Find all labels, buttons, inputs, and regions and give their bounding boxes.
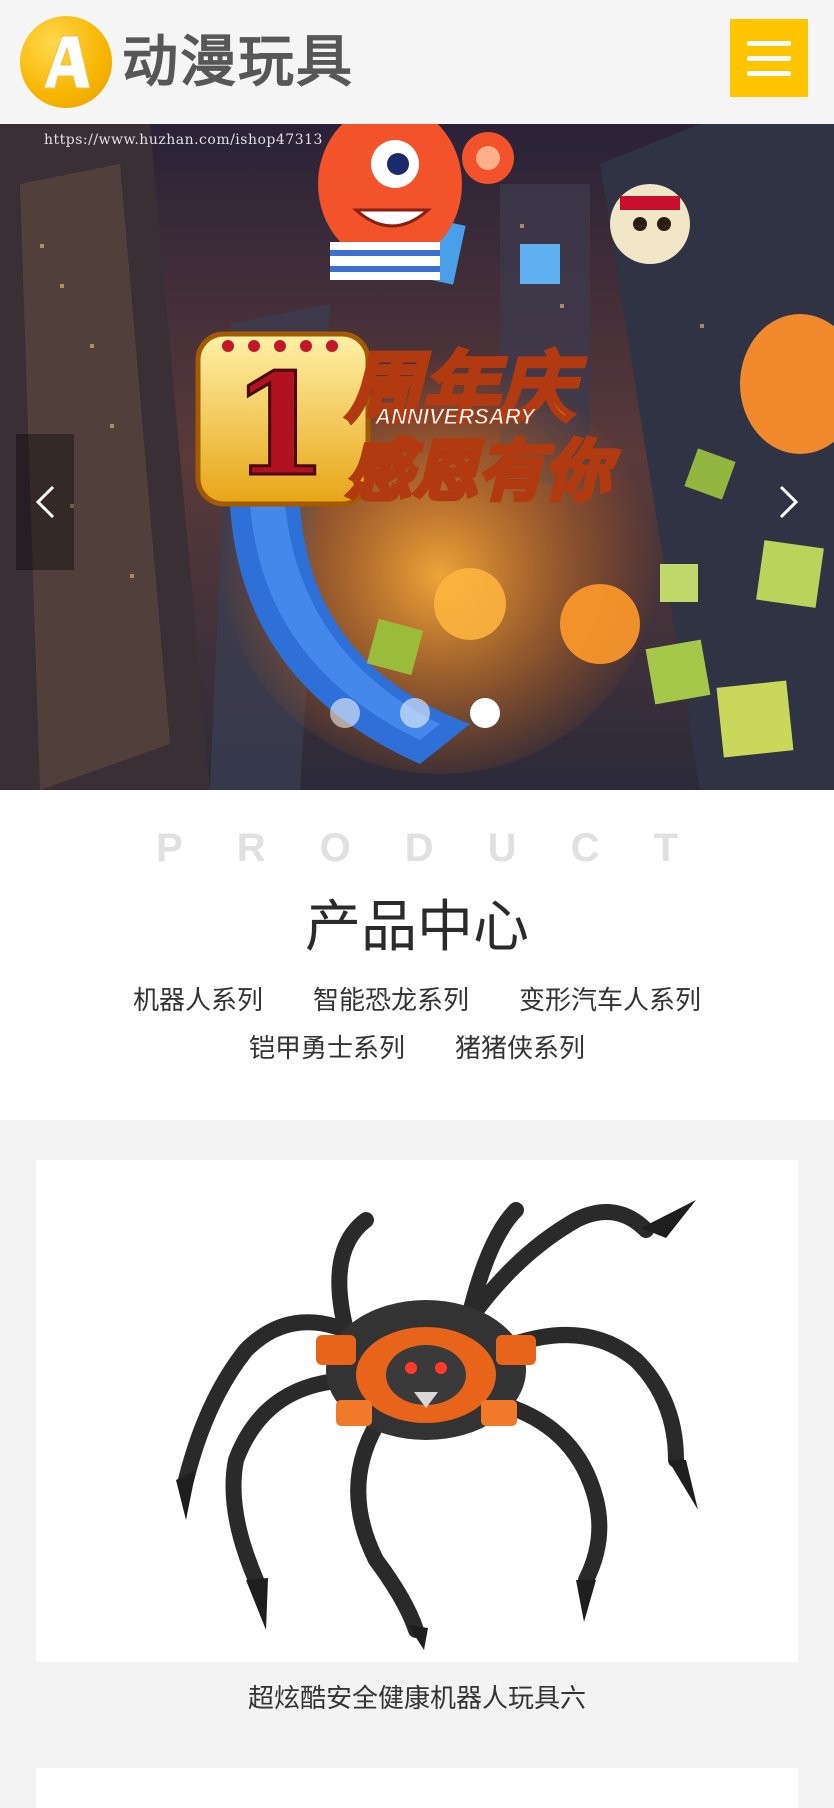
hamburger-icon bbox=[747, 40, 791, 46]
product-title-en: PRODUCT bbox=[156, 826, 732, 870]
product-image bbox=[36, 1160, 798, 1662]
carousel-dot-1[interactable] bbox=[330, 698, 360, 728]
logo-text: 动漫玩具 bbox=[122, 29, 354, 95]
chevron-right-icon bbox=[779, 485, 799, 519]
product-section-header: PRODUCT 产品中心 机器人系列 智能恐龙系列 变形汽车人系列 铠甲勇士系列… bbox=[0, 790, 834, 1120]
carousel-dot-2[interactable] bbox=[400, 698, 430, 728]
banner-image: 1 周年庆 ANNIVERSARY 感恩有你 bbox=[0, 124, 834, 790]
hero-carousel[interactable]: 1 周年庆 ANNIVERSARY 感恩有你 https://www.huzha… bbox=[0, 124, 834, 790]
headline-graphic: 1 周年庆 ANNIVERSARY 感恩有你 bbox=[195, 331, 622, 512]
category-link-transformer[interactable]: 变形汽车人系列 bbox=[519, 986, 701, 1016]
product-title-cn: 产品中心 bbox=[305, 895, 529, 960]
category-nav: 机器人系列 智能恐龙系列 变形汽车人系列 铠甲勇士系列 猪猪侠系列 bbox=[0, 986, 834, 1082]
category-link-pig-hero[interactable]: 猪猪侠系列 bbox=[455, 1034, 585, 1064]
svg-text:感恩有你: 感恩有你 bbox=[346, 433, 620, 510]
product-card[interactable] bbox=[36, 1768, 798, 1808]
category-link-dinosaur[interactable]: 智能恐龙系列 bbox=[313, 986, 469, 1016]
carousel-dot-3[interactable] bbox=[470, 698, 500, 728]
svg-text:ANNIVERSARY: ANNIVERSARY bbox=[374, 404, 537, 429]
site-logo[interactable]: 动漫玩具 bbox=[20, 16, 354, 108]
svg-text:1: 1 bbox=[231, 344, 328, 508]
product-card-title[interactable]: 超炫酷安全健康机器人玩具六 bbox=[0, 1678, 834, 1715]
chevron-left-icon bbox=[35, 485, 55, 519]
category-link-robot[interactable]: 机器人系列 bbox=[133, 986, 263, 1016]
carousel-next-button[interactable] bbox=[760, 434, 818, 570]
carousel-prev-button[interactable] bbox=[16, 434, 74, 570]
watermark-text: https://www.huzhan.com/ishop47313 bbox=[44, 132, 323, 148]
product-card[interactable] bbox=[36, 1160, 798, 1662]
category-link-armor-hero[interactable]: 铠甲勇士系列 bbox=[249, 1034, 405, 1064]
site-header: 动漫玩具 bbox=[0, 0, 834, 124]
hamburger-menu-button[interactable] bbox=[730, 19, 808, 97]
logo-mark-icon bbox=[20, 16, 112, 108]
carousel-indicators bbox=[330, 698, 540, 728]
